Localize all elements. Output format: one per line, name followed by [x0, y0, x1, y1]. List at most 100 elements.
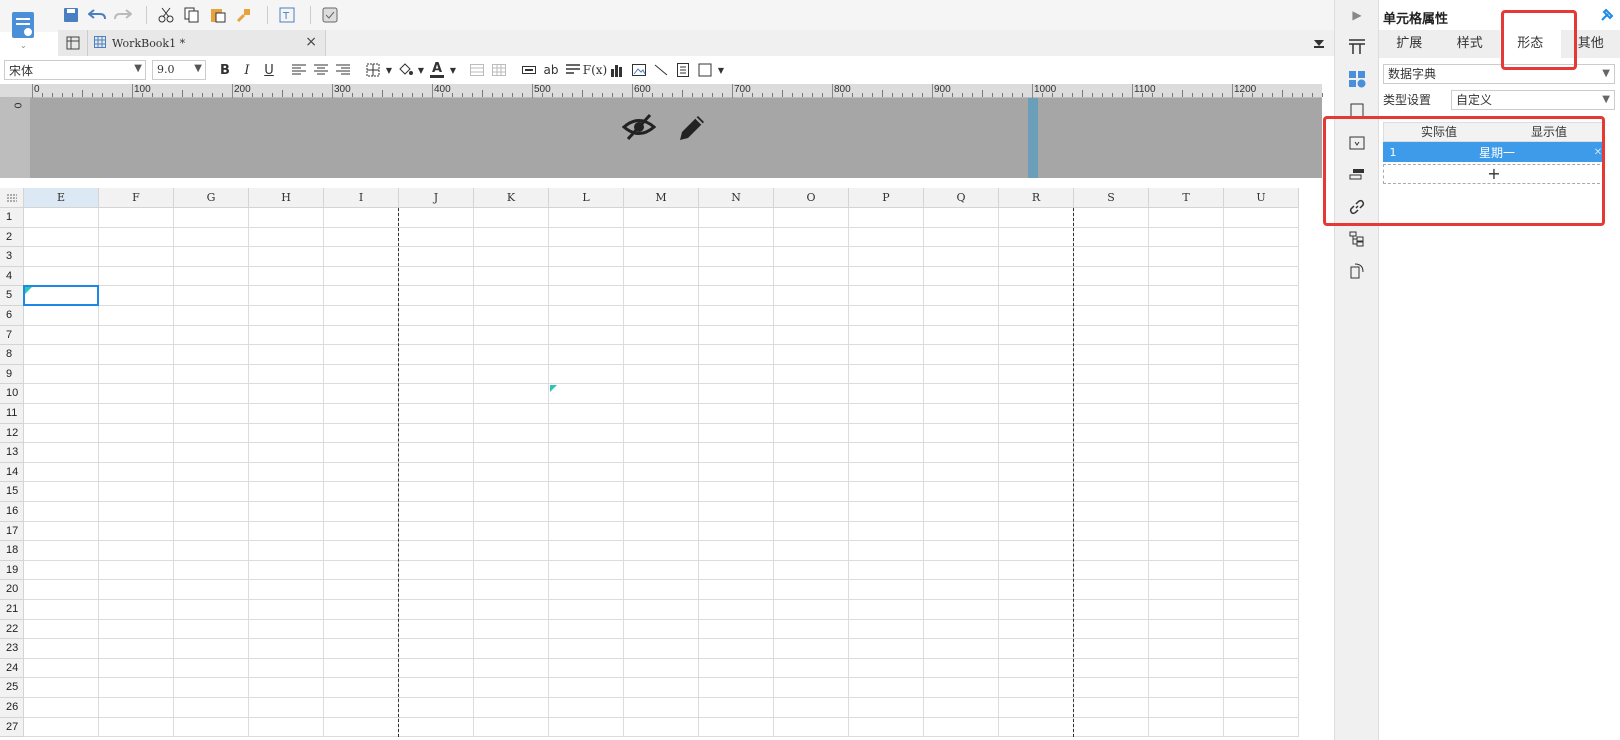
check-icon[interactable] [319, 4, 341, 26]
sub-report-icon[interactable] [672, 60, 694, 80]
row-header[interactable]: 14 [0, 462, 24, 483]
wrap-text-icon[interactable] [562, 60, 584, 80]
italic-button[interactable]: I [236, 60, 258, 80]
row-header[interactable]: 19 [0, 560, 24, 581]
copy-icon[interactable] [181, 4, 203, 26]
column-header[interactable]: N [699, 188, 774, 208]
close-icon[interactable]: × [305, 34, 317, 50]
row-header[interactable]: 2 [0, 227, 24, 248]
border-style-icon[interactable] [694, 60, 716, 80]
new-sheet-icon[interactable] [58, 30, 88, 56]
bold-button[interactable]: B [214, 60, 236, 80]
diagonal-line-icon[interactable] [650, 60, 672, 80]
row-header[interactable]: 20 [0, 580, 24, 600]
eye-slash-icon[interactable] [621, 112, 657, 145]
tab-style[interactable]: 样式 [1440, 30, 1501, 58]
image-icon[interactable] [628, 60, 650, 80]
font-size-select[interactable]: 9.0 ▼ [152, 60, 206, 80]
widget-type-select[interactable]: 数据字典 ▼ [1383, 64, 1615, 84]
row-header[interactable]: 4 [0, 266, 24, 287]
row-header[interactable]: 8 [0, 345, 24, 365]
tab-expand[interactable]: 扩展 [1379, 30, 1440, 58]
formula-button[interactable]: F(x) [583, 60, 607, 80]
text-field-icon[interactable] [518, 60, 540, 80]
type-setting-select[interactable]: 自定义 ▼ [1451, 90, 1615, 110]
column-header[interactable]: F [99, 188, 174, 208]
column-header[interactable]: T [1149, 188, 1224, 208]
column-header[interactable]: M [624, 188, 699, 208]
merge-cells-icon[interactable] [466, 60, 488, 80]
row-header[interactable]: 25 [0, 678, 24, 698]
align-left-icon[interactable] [288, 60, 310, 80]
column-header[interactable]: J [399, 188, 474, 208]
column-header[interactable]: G [174, 188, 249, 208]
pin-icon[interactable] [1600, 8, 1614, 26]
pencil-icon[interactable] [676, 112, 708, 147]
chevron-down-icon[interactable]: ▼ [384, 60, 394, 80]
column-header[interactable]: L [549, 188, 624, 208]
row-header[interactable]: 26 [0, 698, 24, 718]
type-setting-label: 类型设置 [1383, 93, 1432, 107]
row-header[interactable]: 22 [0, 619, 24, 640]
chevron-down-icon[interactable]: ▼ [716, 60, 726, 80]
chevron-down-icon[interactable]: ▼ [448, 60, 458, 80]
row-header[interactable]: 16 [0, 502, 24, 522]
cell-attributes-icon[interactable] [1346, 68, 1368, 90]
row-header[interactable]: 9 [0, 364, 24, 385]
row-header[interactable]: 18 [0, 541, 24, 561]
border-icon[interactable] [362, 60, 384, 80]
paste-icon[interactable] [207, 4, 229, 26]
row-header[interactable]: 21 [0, 600, 24, 620]
redo-icon[interactable] [112, 4, 134, 26]
mobile-icon[interactable] [1346, 260, 1368, 282]
row-header[interactable]: 24 [0, 658, 24, 679]
chevron-down-icon[interactable]: ▼ [416, 60, 426, 80]
row-header[interactable]: 1 [0, 208, 24, 228]
column-header[interactable]: I [324, 188, 399, 208]
row-header[interactable]: 7 [0, 325, 24, 346]
save-icon[interactable] [60, 4, 82, 26]
row-header[interactable]: 27 [0, 717, 24, 738]
row-header[interactable]: 15 [0, 482, 24, 502]
format-painter-icon[interactable] [233, 4, 255, 26]
undo-icon[interactable] [86, 4, 108, 26]
collapse-icon[interactable] [1312, 36, 1326, 53]
select-all-corner[interactable] [0, 188, 24, 208]
row-header[interactable]: 6 [0, 306, 24, 326]
text-color-icon[interactable]: A [426, 60, 448, 80]
row-header[interactable]: 5 [0, 286, 24, 306]
row-header[interactable]: 11 [0, 404, 24, 424]
column-header[interactable]: O [774, 188, 849, 208]
column-header[interactable]: Q [924, 188, 999, 208]
column-header[interactable]: E [24, 188, 99, 208]
fill-color-icon[interactable] [394, 60, 416, 80]
font-family-select[interactable]: 宋体 ▼ [4, 60, 146, 80]
cut-icon[interactable] [155, 4, 177, 26]
selected-cell[interactable] [23, 285, 99, 306]
tree-icon[interactable] [1346, 228, 1368, 250]
underline-button[interactable]: U [258, 60, 280, 80]
row-header[interactable]: 13 [0, 443, 24, 463]
spreadsheet-grid[interactable]: E F G H I J K L M N O P Q R S T U 1 2 3 4 5 6 7 8 9 10 11 12 13 14 15 16… [0, 188, 1322, 740]
ab-button[interactable]: ab [540, 60, 562, 80]
chart-icon[interactable] [606, 60, 628, 80]
app-logo-icon[interactable]: ⌄ [8, 4, 40, 50]
layout-icon[interactable] [1346, 36, 1368, 58]
row-header[interactable]: 23 [0, 639, 24, 659]
row-header[interactable]: 3 [0, 247, 24, 267]
row-header[interactable]: 17 [0, 521, 24, 542]
unmerge-cells-icon[interactable] [488, 60, 510, 80]
align-center-icon[interactable] [310, 60, 332, 80]
column-header[interactable]: R [999, 188, 1074, 208]
chevron-right-icon[interactable]: ▶ [1346, 4, 1368, 26]
row-header[interactable]: 10 [0, 384, 24, 404]
preview-icon[interactable]: T [276, 4, 298, 26]
align-right-icon[interactable] [332, 60, 354, 80]
column-header[interactable]: U [1224, 188, 1299, 208]
column-header[interactable]: S [1074, 188, 1149, 208]
column-header[interactable]: K [474, 188, 549, 208]
tab-workbook1[interactable]: WorkBook1 * × [58, 30, 326, 56]
column-header[interactable]: H [249, 188, 324, 208]
column-header[interactable]: P [849, 188, 924, 208]
row-header[interactable]: 12 [0, 423, 24, 444]
